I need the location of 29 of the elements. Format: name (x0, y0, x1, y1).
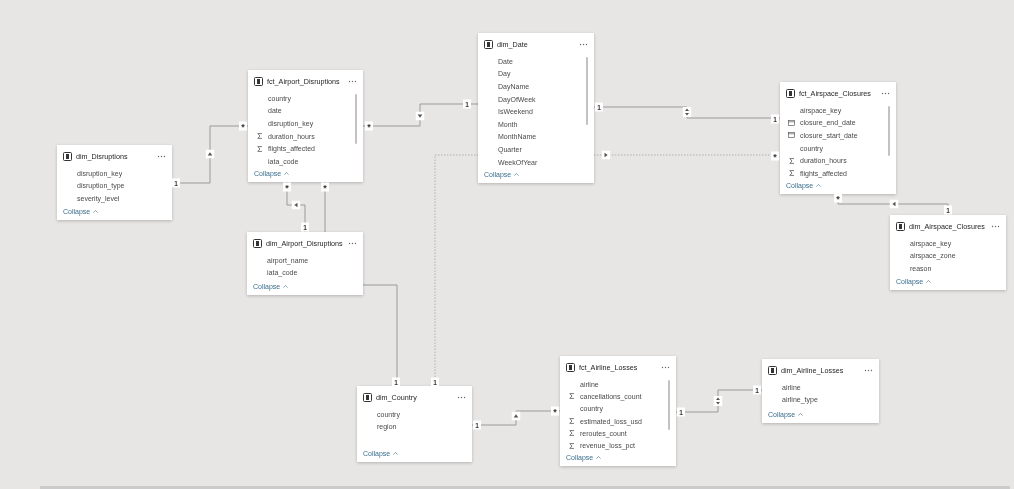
table-icon (253, 238, 262, 248)
cardinality-label: * (365, 121, 373, 131)
chevron-up-icon (926, 279, 932, 283)
cardinality-label: * (551, 406, 559, 416)
chevron-up-icon (816, 183, 822, 187)
chevron-up-icon (514, 172, 520, 176)
scrollbar[interactable] (668, 380, 670, 430)
cardinality-label: * (283, 182, 291, 192)
chevron-up-icon (93, 209, 99, 213)
table-icon (363, 392, 372, 402)
scrollbar[interactable] (355, 94, 357, 144)
table-icon (566, 362, 575, 372)
chevron-up-icon (798, 412, 804, 416)
chevron-up-icon (283, 284, 289, 288)
scrollbar[interactable] (586, 57, 588, 125)
chevron-up-icon (393, 451, 399, 455)
chevron-up-icon (596, 455, 602, 459)
chevron-up-icon (284, 171, 290, 175)
cardinality-label: * (321, 182, 329, 192)
table-icon (768, 365, 777, 375)
table-icon (484, 39, 493, 49)
table-icon (786, 88, 795, 98)
cardinality-label: * (771, 151, 779, 161)
cardinality-label: * (834, 193, 842, 203)
table-icon (896, 221, 905, 231)
table-icon (63, 151, 72, 161)
table-icon (254, 76, 263, 86)
cardinality-label: * (239, 121, 247, 131)
scrollbar[interactable] (888, 106, 890, 156)
